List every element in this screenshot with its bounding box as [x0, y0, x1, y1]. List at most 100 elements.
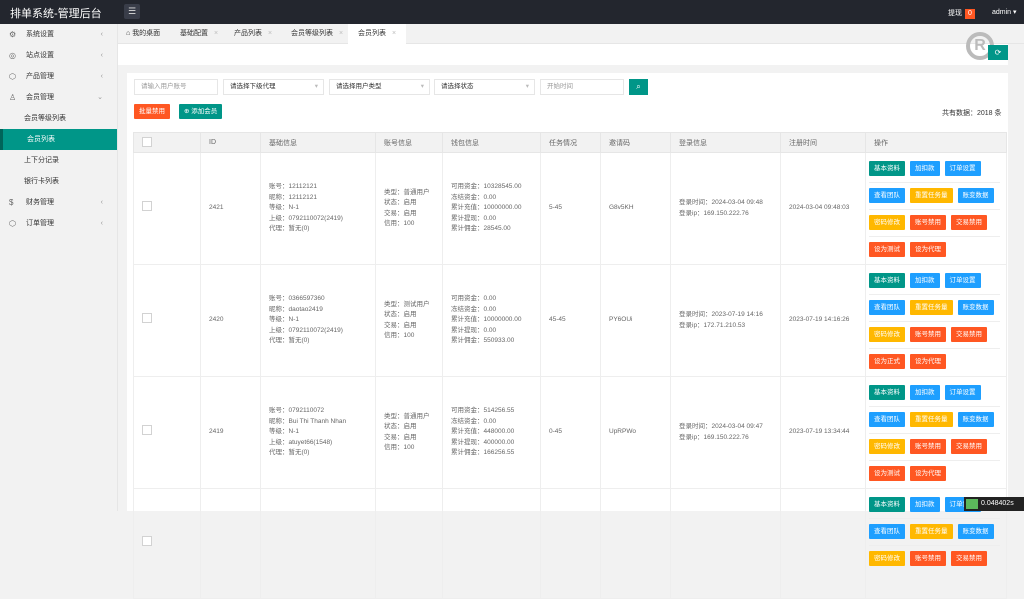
sidebar-item[interactable]: 会员等级列表: [0, 108, 117, 129]
action-button[interactable]: 设为测试: [869, 466, 905, 481]
tab-item[interactable]: 会员列表 ×: [348, 24, 406, 44]
action-button[interactable]: 加扣款: [910, 161, 940, 176]
login-info-cell: [670, 488, 781, 599]
account-line: 状态：启用: [384, 311, 417, 318]
tab-label: 我的桌面: [132, 30, 161, 37]
close-icon[interactable]: ×: [268, 30, 272, 37]
total-count: 共有数据：2018 条: [942, 110, 1002, 117]
action-button[interactable]: 重置任务量: [910, 300, 953, 315]
action-button[interactable]: 加扣款: [910, 497, 940, 512]
batch-disable-button[interactable]: 批量禁用: [134, 104, 170, 119]
basic-info-cell: 账号：0792110072 昵称：Bui Thi Thanh Nhan 等级：N-1…: [260, 376, 376, 489]
sidebar: ⚙ 系统设置 ‹ ◎ 站点设置 ‹ ⬡ 产品管理 ‹ ♙ 会员管理 ⌄ 会员等级列表 会员列表 上下分记录银…: [0, 24, 118, 511]
register-time-cell: [780, 488, 866, 599]
action-button[interactable]: 账变数据: [957, 524, 994, 539]
user-menu[interactable]: admin ▾: [992, 8, 1017, 16]
sidebar-item[interactable]: ◎ 站点设置 ‹: [0, 45, 117, 66]
order-icon: ⬡: [9, 219, 16, 228]
action-button[interactable]: 账号禁用: [910, 551, 946, 566]
start-time-input[interactable]: 开始时间: [540, 79, 624, 95]
action-button[interactable]: 账号禁用: [910, 327, 946, 342]
sidebar-item[interactable]: ⬡ 产品管理 ‹: [0, 66, 117, 87]
task-cell: 0-45: [540, 376, 601, 489]
add-member-button[interactable]: ⊕ 添加会员: [179, 104, 223, 119]
sidebar-item[interactable]: ♙ 会员管理 ⌄: [0, 87, 117, 108]
account-info-cell: [375, 488, 443, 599]
action-button[interactable]: 重置任务量: [910, 412, 953, 427]
action-row: 密码修改 账号禁用 交易禁用: [869, 210, 1000, 237]
action-button[interactable]: 密码修改: [869, 439, 905, 454]
sidebar-item[interactable]: 上下分记录: [0, 150, 117, 171]
action-button[interactable]: 账变数据: [957, 188, 994, 203]
row-checkbox[interactable]: [142, 201, 152, 212]
user-type-select[interactable]: 请选择用户类型: [329, 79, 430, 95]
close-icon[interactable]: ×: [392, 30, 396, 37]
sidebar-item[interactable]: 银行卡列表: [0, 171, 117, 192]
row-checkbox[interactable]: [142, 425, 152, 436]
basic-line: 昵称：daotao2419: [269, 305, 323, 313]
table-row: 2419 账号：0792110072 昵称：Bui Thi Thanh Nhan 等级…: [133, 376, 1007, 489]
action-button[interactable]: 基本资料: [869, 497, 905, 512]
action-button[interactable]: 重置任务量: [910, 524, 953, 539]
close-icon[interactable]: ×: [339, 30, 343, 37]
action-button[interactable]: 交易禁用: [951, 551, 987, 566]
action-button[interactable]: 账变数据: [957, 300, 994, 315]
action-button[interactable]: 设为代理: [910, 242, 946, 257]
table-row: 基本资料 加扣款 订单设置 查看团队 重置任务量 账变数据 密码修改 账号禁用 交易禁用: [133, 488, 1007, 599]
action-button[interactable]: 查看团队: [869, 524, 905, 539]
sidebar-item[interactable]: ⚙ 系统设置 ‹: [0, 24, 117, 45]
menu-toggle-icon[interactable]: ☰: [124, 4, 140, 19]
action-button[interactable]: 订单设置: [944, 273, 981, 288]
action-button[interactable]: 账变数据: [957, 412, 994, 427]
action-button[interactable]: 账号禁用: [910, 215, 946, 230]
agent-select[interactable]: 请选择下级代理: [223, 79, 324, 95]
action-button[interactable]: 密码修改: [869, 551, 905, 566]
action-button[interactable]: 查看团队: [869, 188, 905, 203]
sidebar-item[interactable]: $ 财务管理 ‹: [0, 192, 117, 213]
action-button[interactable]: 密码修改: [869, 215, 905, 230]
action-button[interactable]: 设为测试: [869, 242, 905, 257]
action-button[interactable]: 查看团队: [869, 412, 905, 427]
tab-item[interactable]: 会员等级列表 ×: [281, 24, 348, 44]
sidebar-item[interactable]: ⬡ 订单管理 ‹: [0, 213, 117, 234]
action-button[interactable]: 加扣款: [910, 385, 940, 400]
sidebar-item[interactable]: 会员列表: [0, 129, 117, 150]
action-button[interactable]: 设为正式: [869, 354, 905, 369]
action-button[interactable]: 订单设置: [944, 385, 981, 400]
wallet-info-cell: [442, 488, 541, 599]
tab-item[interactable]: 产品列表 ×: [224, 24, 281, 44]
account-line: 类型：普通用户: [384, 412, 430, 420]
product-icon: ⬡: [9, 72, 16, 81]
action-button[interactable]: 交易禁用: [951, 327, 987, 342]
basic-line: 账号：0366597360: [269, 295, 325, 303]
select-all-checkbox[interactable]: [142, 136, 152, 147]
close-icon[interactable]: ×: [214, 30, 218, 37]
scrollbar[interactable]: [1010, 65, 1024, 511]
action-button[interactable]: 交易禁用: [951, 439, 987, 454]
action-button[interactable]: 密码修改: [869, 327, 905, 342]
action-row: 密码修改 账号禁用 交易禁用: [869, 546, 1000, 573]
row-checkbox[interactable]: [142, 536, 152, 547]
action-button[interactable]: 订单设置: [944, 161, 981, 176]
tab-item[interactable]: ⌂ 我的桌面: [118, 24, 170, 44]
action-button[interactable]: 账号禁用: [910, 439, 946, 454]
action-button[interactable]: 基本资料: [869, 273, 905, 288]
action-button[interactable]: 设为代理: [910, 466, 946, 481]
action-button[interactable]: 重置任务量: [910, 188, 953, 203]
wallet-line: 累计充值：10000000.00: [451, 204, 522, 212]
withdraw-link[interactable]: 提现 0: [948, 8, 975, 19]
action-button[interactable]: 加扣款: [910, 273, 940, 288]
tab-item[interactable]: 基础配置 ×: [170, 24, 224, 44]
action-button[interactable]: 基本资料: [869, 385, 905, 400]
action-button[interactable]: 交易禁用: [951, 215, 987, 230]
row-checkbox[interactable]: [142, 313, 152, 324]
action-button[interactable]: 设为代理: [910, 354, 946, 369]
action-button[interactable]: 基本资料: [869, 161, 905, 176]
member-table: ID 基础信息 账号信息 钱包信息 任务情况 邀请码 登录信息 注册时间 操作 2421 账号：1…: [133, 132, 1007, 599]
search-button[interactable]: ⌕: [629, 79, 648, 95]
account-input[interactable]: 请输入用户账号: [134, 79, 218, 95]
action-button[interactable]: 查看团队: [869, 300, 905, 315]
status-select[interactable]: 请选择状态: [434, 79, 535, 95]
refresh-button[interactable]: ⟳: [988, 45, 1008, 60]
withdraw-badge: 0: [965, 9, 975, 19]
